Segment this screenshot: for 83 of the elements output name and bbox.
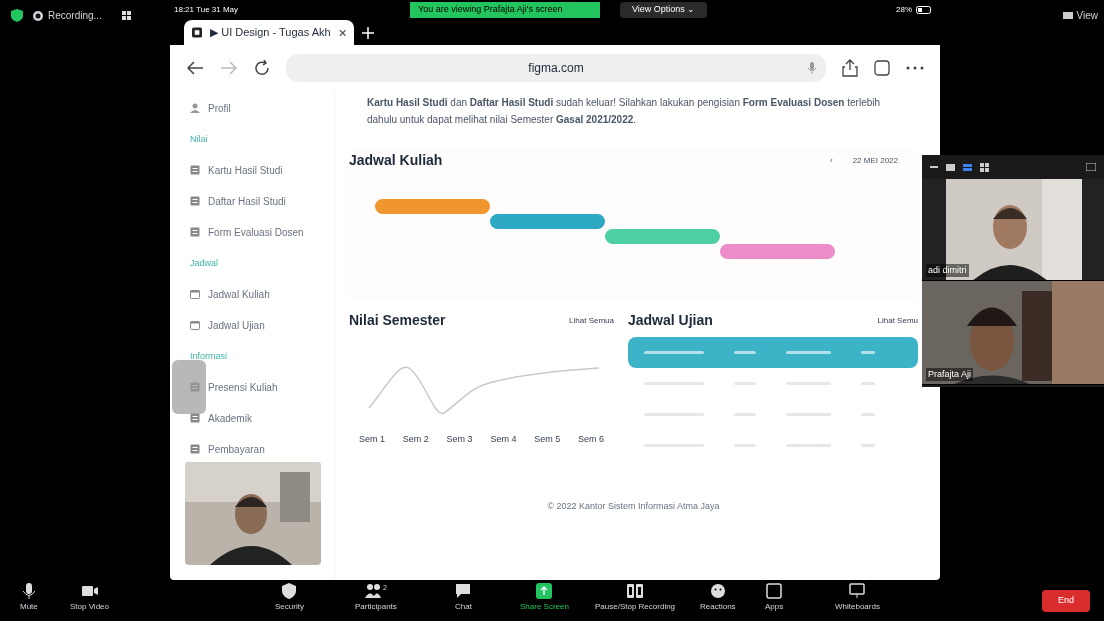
document-icon: [190, 227, 200, 237]
expand-icon[interactable]: [1086, 163, 1096, 171]
toolbar-button[interactable]: Chat: [455, 601, 472, 613]
toolbar-button[interactable]: Apps: [765, 601, 784, 613]
battery-percent: 28%: [896, 4, 912, 16]
axis-label: Sem 2: [402, 433, 429, 446]
document-icon: [190, 165, 200, 175]
view-options-button[interactable]: View Options ⌄: [620, 2, 708, 18]
schedule-bar[interactable]: [490, 214, 605, 229]
see-all-link[interactable]: Lihat Semua: [569, 314, 614, 327]
participant-name: adi dimitri: [926, 263, 969, 277]
see-all-link[interactable]: Lihat Semu: [877, 314, 918, 327]
sidebar-item[interactable]: Jadwal Kuliah: [190, 288, 270, 300]
sidebar-item[interactable]: Kartu Hasil Studi: [190, 164, 283, 176]
sidebar-item[interactable]: Daftar Hasil Studi: [190, 195, 286, 207]
people-icon[interactable]: [364, 583, 381, 599]
document-icon: [190, 444, 200, 454]
chat-icon[interactable]: [455, 583, 472, 599]
axis-label: Sem 3: [446, 433, 473, 446]
view-icon: [1062, 11, 1073, 20]
camera-icon[interactable]: [81, 583, 98, 599]
toolbar-button[interactable]: Pause/Stop Recording: [595, 601, 676, 613]
shield-icon[interactable]: [281, 583, 298, 599]
whiteboard-icon[interactable]: [849, 583, 866, 599]
person-icon: [190, 103, 200, 113]
sidebar-heading: Informasi: [190, 350, 228, 362]
sidebar-item[interactable]: Profil: [190, 102, 231, 114]
apps-icon[interactable]: [766, 583, 783, 599]
axis-label: Sem 5: [534, 433, 561, 446]
grid-icon[interactable]: [121, 11, 131, 20]
battery-icon: [916, 6, 932, 14]
smiley-icon[interactable]: [709, 583, 726, 599]
speaker-view-icon[interactable]: [946, 163, 955, 171]
sidebar-heading: Nilai: [190, 133, 209, 145]
axis-label: Sem 1: [359, 433, 385, 446]
viewing-banner: You are viewing Prafajta Aji's screen: [410, 2, 600, 18]
share-icon[interactable]: [842, 58, 858, 77]
sidebar-item[interactable]: Pembayaran: [190, 443, 265, 455]
browser-tab[interactable]: ▶ UI Design - Tugas Akh: [184, 20, 354, 45]
toolbar-button[interactable]: Security: [275, 601, 304, 613]
toolbar-button[interactable]: Whiteboards: [835, 601, 880, 613]
tabs-icon[interactable]: [874, 59, 890, 76]
footer-text: © 2022 Kantor Sistem Informasi Atma Jaya: [546, 500, 721, 513]
notice-text: Kartu Hasil Studi dan Daftar Hasil Studi sudah keluar! Silahkan lakukan pengisian Form Evaluasi Dosen terlebih dahulu untuk dapat melihat nilai Semester Gasal 2021/2022.: [366, 96, 882, 127]
previous-date-button[interactable]: ‹: [829, 154, 833, 167]
section-title: Nilai Semester: [349, 311, 446, 330]
toolbar-button[interactable]: Share Screen: [520, 601, 569, 613]
section-title: Jadwal Ujian: [628, 311, 713, 330]
more-icon[interactable]: [906, 64, 924, 71]
toolbar-button[interactable]: Reactions: [700, 601, 736, 613]
close-icon[interactable]: [338, 28, 346, 37]
section-title: Jadwal Kuliah: [349, 151, 443, 170]
calendar-icon: [190, 320, 200, 330]
address-field[interactable]: figma.com: [286, 53, 826, 82]
reload-icon[interactable]: [254, 59, 270, 76]
toolbar-button[interactable]: Participants: [355, 601, 397, 613]
record-icon: [32, 9, 44, 22]
tab-title: ▶ UI Design - Tugas Akh: [210, 25, 331, 41]
grid-icon[interactable]: [980, 162, 989, 172]
view-button[interactable]: View: [1076, 8, 1098, 23]
date-label: 22 MEI 2022: [852, 154, 898, 167]
sidebar-item[interactable]: Form Evaluasi Dosen: [190, 226, 304, 238]
toolbar-button[interactable]: Stop Video: [70, 601, 109, 613]
axis-label: Sem 6: [578, 433, 604, 446]
toolbar-button[interactable]: Mute: [20, 601, 38, 613]
new-tab-icon[interactable]: [362, 27, 374, 39]
pause-stop-icon[interactable]: [627, 583, 644, 599]
end-button[interactable]: End: [1042, 590, 1090, 612]
sidebar-heading: Jadwal: [190, 257, 219, 269]
calendar-icon: [190, 289, 200, 299]
sidebar-item[interactable]: Jadwal Ujian: [190, 319, 265, 331]
status-time: 18:21 Tue 31 May: [174, 4, 239, 16]
microphone-icon[interactable]: [20, 583, 37, 599]
shield-icon: [10, 8, 24, 23]
back-icon[interactable]: [186, 59, 204, 76]
axis-label: Sem 4: [490, 433, 517, 446]
participant-name: Prafajta Aji: [926, 367, 974, 381]
recording-label: Recording...: [48, 9, 102, 23]
document-icon: [190, 413, 200, 423]
document-icon: [190, 196, 200, 206]
gallery-strip-icon[interactable]: [963, 163, 972, 171]
sidebar-item[interactable]: Akademik: [190, 412, 252, 424]
share-screen-icon[interactable]: [536, 583, 553, 599]
